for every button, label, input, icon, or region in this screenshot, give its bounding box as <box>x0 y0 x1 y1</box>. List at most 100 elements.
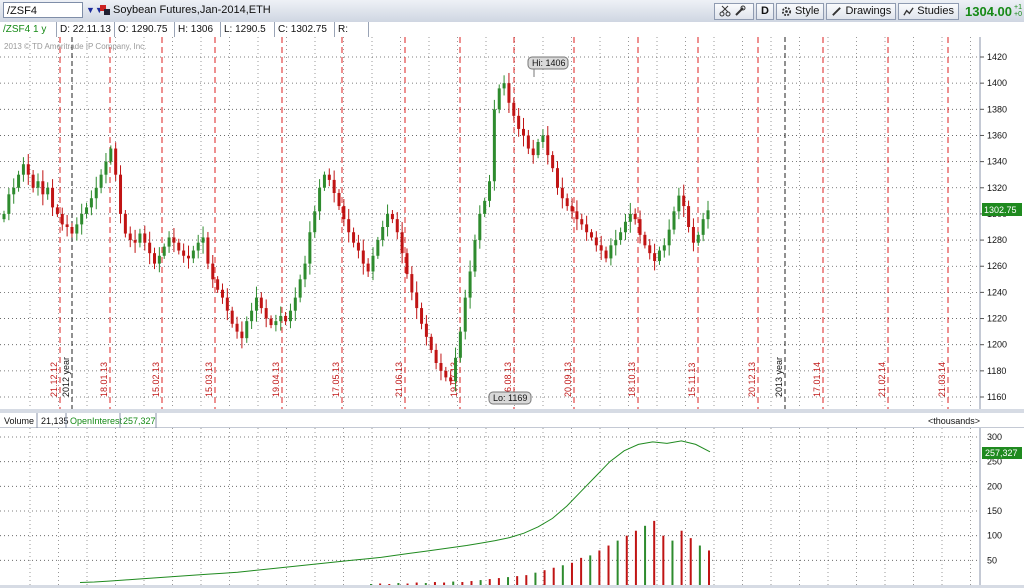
candle-body <box>386 213 390 227</box>
candle-body <box>89 198 93 208</box>
volume-label: Volume <box>4 416 34 426</box>
candle-body <box>687 206 691 227</box>
candle-body <box>468 271 472 298</box>
volume-bar <box>561 565 564 585</box>
candle-body <box>70 227 74 234</box>
candle-body <box>230 310 234 324</box>
volume-bar <box>708 550 710 585</box>
candle-body <box>585 224 589 233</box>
candle-body <box>75 224 79 234</box>
candle-body <box>322 174 326 188</box>
candle-body <box>356 242 360 251</box>
chart-label[interactable]: /ZSF4 1 y D <box>0 22 57 50</box>
candle-body <box>162 246 166 256</box>
candle-body <box>497 88 501 110</box>
volume-panel[interactable] <box>0 428 980 585</box>
candle-body <box>696 234 700 243</box>
candle-body <box>531 148 535 156</box>
volume-tick-label: 50 <box>987 555 997 565</box>
units-label: <thousands> <box>928 416 980 426</box>
period-button[interactable]: D <box>756 2 774 20</box>
chart-area[interactable]: 21.12.12 2012 year 18.01.13 15.02.13 15.03.1… <box>0 23 1024 585</box>
volume-bar <box>507 577 510 585</box>
candle-body <box>80 213 84 225</box>
volume-tick-label: 100 <box>987 531 1002 541</box>
candle-body <box>541 135 545 142</box>
candle-body <box>225 297 229 311</box>
candle-body <box>46 187 50 195</box>
volume-value: 21,135 <box>41 416 69 426</box>
linked-windows-icon[interactable] <box>100 5 110 15</box>
symbol-input[interactable]: /ZSF4 <box>3 2 83 18</box>
chart-canvas[interactable]: 21.12.12 2012 year 18.01.13 15.02.13 15.03.1… <box>0 23 1024 585</box>
instrument-title: Soybean Futures,Jan-2014,ETH <box>113 4 271 16</box>
tools-button[interactable] <box>714 2 755 20</box>
change-top: +1 <box>1014 4 1022 11</box>
drawings-button[interactable]: Drawings <box>826 2 897 20</box>
date-label: 20.09.13 <box>563 362 573 397</box>
candle-body <box>526 135 530 149</box>
candle-body <box>546 135 550 156</box>
volume-bar <box>497 578 500 585</box>
candle-body <box>565 198 569 207</box>
candle-body <box>7 194 11 214</box>
oi-current-label: 257,327 <box>985 448 1018 458</box>
candle-body <box>148 242 152 254</box>
volume-bar <box>470 581 473 585</box>
candle-body <box>672 211 676 230</box>
candle-body <box>31 174 35 188</box>
date-label: 17.05.13 <box>331 362 341 397</box>
candle-body <box>420 308 424 324</box>
candle-body <box>512 102 516 116</box>
price-panel[interactable] <box>0 37 980 409</box>
current-price-label: 1302.75 <box>984 205 1017 215</box>
candle-body <box>264 308 268 319</box>
candle-body <box>26 164 30 175</box>
candle-body <box>643 234 647 246</box>
candle-body <box>454 357 458 382</box>
price-tick-label: 1180 <box>987 366 1006 376</box>
volume-bar <box>589 555 592 585</box>
date-label: 21.03.14 <box>937 362 947 397</box>
volume-bar <box>689 538 692 585</box>
price-tick-label: 1380 <box>987 104 1007 114</box>
candle-body <box>463 297 467 332</box>
candle-body <box>580 219 584 225</box>
chart-toolbar: /ZSF4 ▼▼ Soybean Futures,Jan-2014,ETH D … <box>0 0 1024 23</box>
candle-body <box>570 206 574 212</box>
drawings-label: Drawings <box>845 4 892 17</box>
candle-body <box>400 232 404 254</box>
copyright-text: 2013 © TD Ameritrade IP Company, Inc. <box>4 42 146 51</box>
candle-body <box>259 297 263 309</box>
candle-body <box>371 255 375 272</box>
candle-body <box>201 237 205 243</box>
volume-bar <box>698 545 701 585</box>
volume-bar <box>580 557 583 585</box>
candle-body <box>298 279 302 298</box>
candle-body <box>458 331 462 358</box>
candle-body <box>17 174 21 188</box>
bar-range: R: 15.5 <box>335 22 369 50</box>
candle-body <box>337 193 341 207</box>
volume-bar <box>671 540 674 585</box>
candle-body <box>36 181 40 188</box>
candle-body <box>128 233 132 241</box>
high-annotation-text: Hi: 1406 <box>532 58 566 68</box>
symbol-dropdown-icon[interactable]: ▼▼ <box>86 4 104 16</box>
date-label: 19.04.13 <box>271 362 281 397</box>
volume-bar <box>479 580 482 585</box>
ohlc-info-bar: /ZSF4 1 y D D: 22.11.13 O: 1290.75 H: 13… <box>0 22 1024 50</box>
volume-bar <box>653 520 656 585</box>
candle-body <box>657 250 661 261</box>
candle-body <box>342 206 346 220</box>
style-button[interactable]: Style <box>775 2 825 20</box>
candle-body <box>269 318 273 326</box>
candle-body <box>517 115 521 129</box>
bar-date: D: 22.11.13 <box>57 22 115 37</box>
price-axis[interactable] <box>980 37 1024 409</box>
style-label: Style <box>794 4 820 17</box>
studies-button[interactable]: Studies <box>898 2 959 20</box>
candle-body <box>172 237 176 243</box>
price-tick-label: 1260 <box>987 261 1007 271</box>
candle-body <box>381 227 385 241</box>
